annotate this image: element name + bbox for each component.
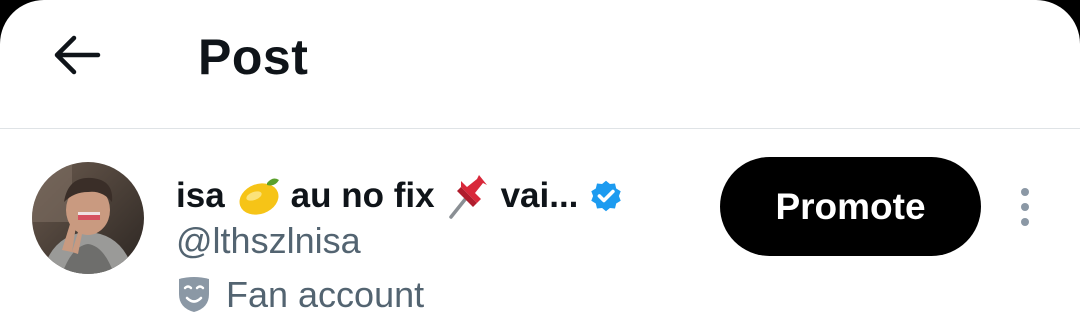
more-options-button[interactable]	[1008, 182, 1042, 232]
display-name[interactable]: isa au no fix vai...	[176, 168, 624, 224]
lemon-icon	[239, 178, 279, 215]
display-name-text-3: vai...	[500, 176, 579, 215]
arrow-left-icon	[54, 35, 101, 75]
theater-masks-icon	[179, 277, 209, 312]
display-name-text-2: au no fix	[290, 176, 435, 215]
more-vertical-icon-dot	[1021, 218, 1029, 226]
more-vertical-icon-dot	[1021, 203, 1029, 211]
avatar[interactable]	[32, 162, 144, 274]
promote-button[interactable]: Promote	[720, 157, 981, 256]
avatar-photo	[32, 162, 144, 274]
category-label: Fan account	[226, 274, 425, 315]
back-button[interactable]	[44, 22, 110, 88]
professional-category: Fan account	[176, 274, 424, 316]
top-app-bar: Post	[0, 0, 1080, 129]
verified-badge-icon	[591, 180, 622, 212]
user-handle[interactable]: @lthszlnisa	[176, 220, 361, 262]
page-title: Post	[198, 29, 309, 85]
post-sheet: Post isa au no fix vai... @lthszlnisa Fa…	[0, 0, 1080, 332]
pushpin-icon	[448, 175, 487, 219]
display-name-text-1: isa	[176, 176, 225, 215]
more-vertical-icon	[1021, 188, 1029, 196]
